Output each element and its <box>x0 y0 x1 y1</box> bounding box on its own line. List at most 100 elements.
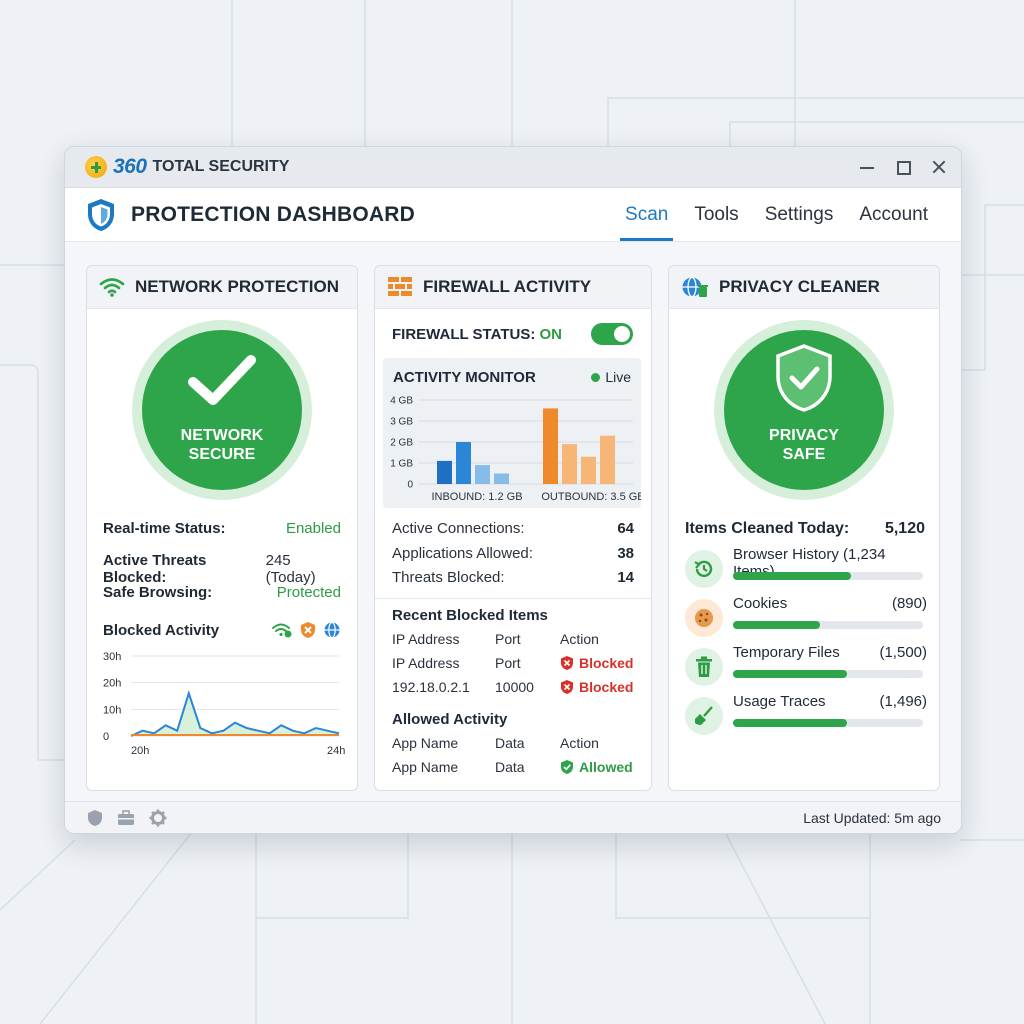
tab-tools[interactable]: Tools <box>681 188 751 241</box>
table-cell: App Name <box>392 759 459 775</box>
progress-bar <box>733 572 923 580</box>
table-cell: 10000 <box>495 679 534 695</box>
main-nav: Scan Tools Settings Account <box>612 188 941 241</box>
network-status-label-2: SECURE <box>188 446 256 463</box>
app-header: PROTECTION DASHBOARD Scan Tools Settings… <box>65 188 961 242</box>
toolbox-icon[interactable] <box>117 809 135 826</box>
inbound-label: INBOUND: 1.2 GB <box>431 491 522 503</box>
inbound-bar <box>437 460 452 484</box>
tab-scan[interactable]: Scan <box>612 188 681 241</box>
firewall-activity-card: FIREWALL ACTIVITY FIREWALL STATUS: ON AC… <box>374 265 652 791</box>
blocked-activity-header: Blocked Activity <box>103 621 341 639</box>
firewall-title: FIREWALL ACTIVITY <box>423 277 592 296</box>
list-item[interactable]: Temporary Files (1,500) <box>683 644 927 693</box>
wifi-shield-icon[interactable] <box>271 622 293 638</box>
safe-browsing-value: Protected <box>276 584 341 601</box>
list-item[interactable]: Browser History (1,234 Items) <box>683 546 927 595</box>
recent-blocked-title: Recent Blocked Items <box>392 607 548 624</box>
list-item[interactable]: Cookies (890) <box>683 595 927 644</box>
live-label: Live <box>605 369 631 385</box>
x-tick-label: 20h <box>131 745 149 757</box>
series-area <box>131 693 339 736</box>
active-connections-value: 64 <box>617 520 634 537</box>
items-cleaned-label: Items Cleaned Today: <box>685 520 850 537</box>
activity-monitor-title: ACTIVITY MONITOR <box>393 369 536 386</box>
tab-settings[interactable]: Settings <box>752 188 847 241</box>
table-cell: Action <box>560 735 599 751</box>
items-cleaned-value: 5,120 <box>884 520 925 537</box>
safe-browsing-label: Safe Browsing: <box>103 584 213 601</box>
allowed-table: App Name Data Action App Name Data Allow… <box>392 735 642 783</box>
broom-icon <box>685 697 723 735</box>
shield-icon <box>88 198 114 231</box>
table-cell: App Name <box>392 735 459 751</box>
fw-threats-blocked-label: Threats Blocked: <box>392 569 505 586</box>
outbound-bar <box>562 444 577 484</box>
360-logo-icon <box>85 156 107 178</box>
y-tick-label: 0 <box>103 731 109 743</box>
y-tick-label: 10h <box>103 704 121 716</box>
firewall-status-value: ON <box>539 326 563 343</box>
firewall-bar-chart: 4 GB 3 GB 2 GB 1 GB 0 INBOUND: 1.2 GB OUTBOUND… <box>390 396 641 504</box>
table-row[interactable]: App Name Data Allowed <box>392 759 642 783</box>
globe-icon[interactable] <box>323 621 341 639</box>
privacy-title: PRIVACY CLEANER <box>719 277 880 296</box>
firewall-toggle[interactable] <box>591 323 633 345</box>
active-connections-label: Active Connections: <box>392 520 525 537</box>
firewall-status-label: FIREWALL STATUS: <box>392 326 536 343</box>
outbound-bar <box>543 408 558 484</box>
title-bar: 360 TOTAL SECURITY <box>65 147 961 188</box>
table-row: IP Address Port Action <box>392 631 642 655</box>
threat-shield-icon[interactable] <box>299 621 317 639</box>
close-icon[interactable] <box>931 159 947 175</box>
minimize-icon[interactable] <box>859 159 875 175</box>
list-item[interactable]: Usage Traces (1,496) <box>683 693 927 742</box>
privacy-status-label-2: SAFE <box>782 446 826 463</box>
dashboard-content: NETWORK PROTECTION NETWORK SECURE Real-t… <box>65 241 961 791</box>
y-tick-label: 1 GB <box>390 459 413 470</box>
realtime-status-row: Real-time Status: Enabled <box>103 520 341 537</box>
apps-allowed-label: Applications Allowed: <box>392 545 533 562</box>
table-cell: Port <box>495 655 521 671</box>
inbound-bar <box>494 473 509 484</box>
privacy-shield-icon <box>776 344 832 412</box>
table-cell: Port <box>495 631 521 647</box>
outbound-bar <box>581 456 596 484</box>
network-title: NETWORK PROTECTION <box>135 277 339 296</box>
network-protection-card: NETWORK PROTECTION NETWORK SECURE Real-t… <box>86 265 358 791</box>
table-cell: Data <box>495 759 525 775</box>
blocked-activity-title: Blocked Activity <box>103 621 220 639</box>
firewall-status: FIREWALL STATUS: ON <box>392 326 562 343</box>
gear-icon[interactable] <box>149 809 167 827</box>
table-cell: IP Address <box>392 655 460 671</box>
privacy-item-label: Usage Traces <box>733 693 826 710</box>
brand-number: 360 <box>113 155 147 178</box>
tab-account[interactable]: Account <box>846 188 941 241</box>
realtime-status-value: Enabled <box>285 520 341 537</box>
privacy-status-ring: PRIVACY SAFE <box>714 320 894 500</box>
allowed-label: Allowed <box>579 759 633 775</box>
status-bar: Last Updated: 5m ago <box>65 801 961 833</box>
table-row[interactable]: IP Address Port Blocked <box>392 655 642 679</box>
table-row: App Name Data Action <box>392 735 642 759</box>
apps-allowed-value: 38 <box>617 545 634 562</box>
blocked-status: Blocked <box>560 679 633 695</box>
threats-blocked-label: Active Threats Blocked: <box>103 552 207 586</box>
items-cleaned-row: Items Cleaned Today: 5,120 <box>685 520 925 538</box>
allowed-activity-title: Allowed Activity <box>392 711 508 728</box>
table-row[interactable]: 192.18.0.2.1 10000 Blocked <box>392 679 642 703</box>
table-cell: 192.18.0.2.1 <box>392 679 470 695</box>
maximize-icon[interactable] <box>895 159 911 175</box>
privacy-status-label-1: PRIVACY <box>769 427 839 444</box>
shield-icon[interactable] <box>87 809 103 827</box>
apps-allowed-row: Applications Allowed: 38 <box>392 545 634 562</box>
safe-browsing-row: Safe Browsing: Protected <box>103 584 341 601</box>
wifi-icon <box>99 278 125 297</box>
y-tick-label: 0 <box>407 480 413 491</box>
privacy-item-label: Cookies <box>733 595 788 612</box>
progress-bar <box>733 719 923 727</box>
privacy-item-count: (1,500) <box>879 644 927 661</box>
y-tick-label: 30h <box>103 651 121 663</box>
table-cell: Data <box>495 735 525 751</box>
threats-blocked-value: 245 (Today) <box>265 552 316 586</box>
